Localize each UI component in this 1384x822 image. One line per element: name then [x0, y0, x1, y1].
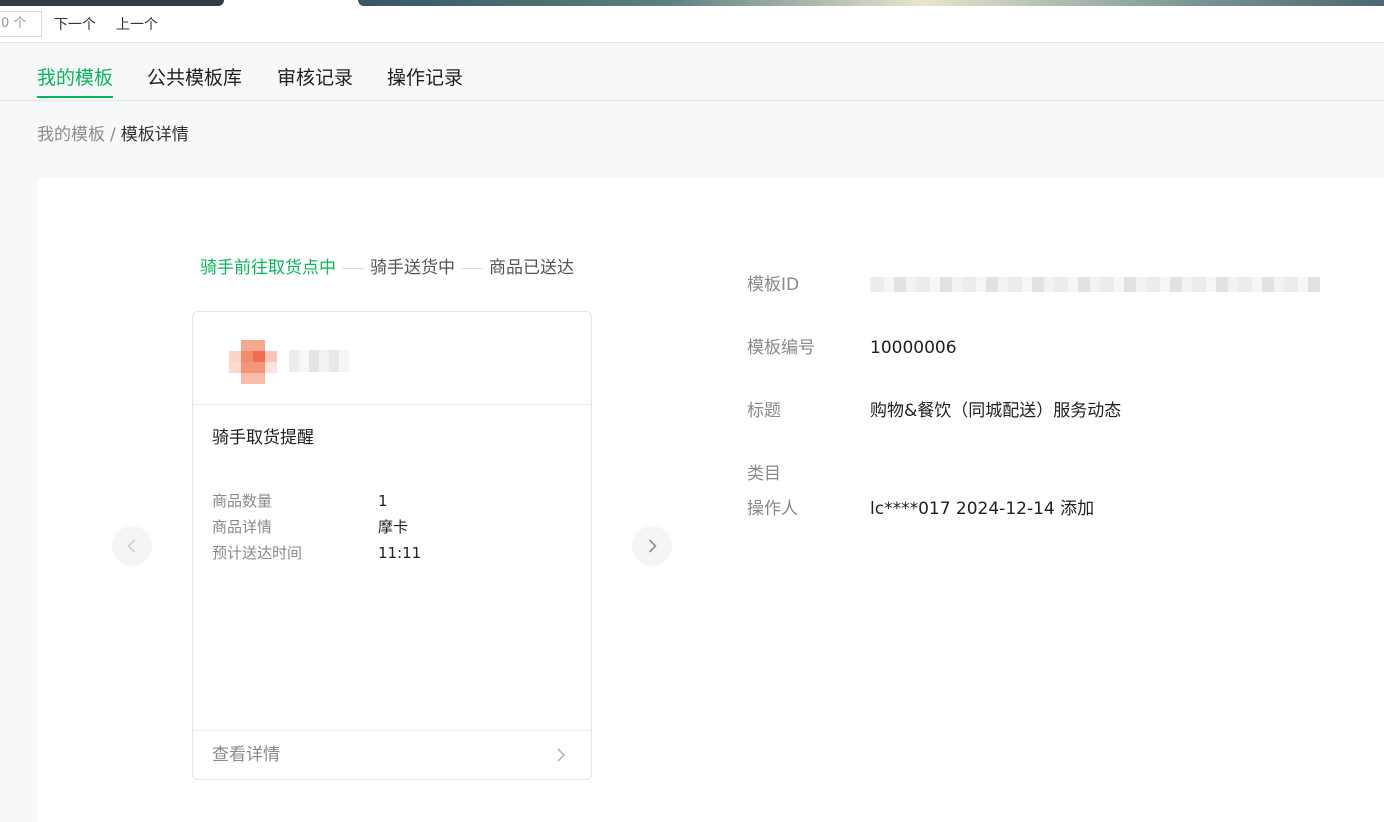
find-bar: 0 个 下一个 上一个	[0, 0, 1384, 43]
card-header	[193, 312, 591, 405]
browser-tab-strip	[0, 0, 224, 6]
breadcrumb-parent[interactable]: 我的模板	[37, 125, 105, 145]
field-key: 商品详情	[212, 518, 273, 536]
info-value: 10000006	[870, 338, 957, 358]
field-value: 11:11	[378, 544, 422, 562]
step-connector	[342, 267, 364, 269]
info-key: 操作人	[747, 499, 798, 519]
info-value: lc****017 2024-12-14 添加	[870, 499, 1095, 519]
chevron-right-icon	[557, 748, 566, 762]
template-id-redacted	[870, 277, 1320, 292]
field-value: 1	[378, 492, 388, 510]
tab-review-records[interactable]: 审核记录	[277, 65, 353, 91]
avatar	[229, 340, 277, 384]
tab-bar: 我的模板 公共模板库 审核记录 操作记录	[0, 43, 1384, 101]
find-next-button[interactable]: 下一个	[54, 16, 96, 34]
step-picking-up[interactable]: 骑手前往取货点中	[200, 256, 336, 280]
chevron-right-icon	[648, 539, 657, 553]
info-key: 标题	[747, 401, 781, 421]
field-value: 摩卡	[378, 518, 409, 536]
tab-my-templates[interactable]: 我的模板	[37, 65, 114, 98]
step-delivering[interactable]: 骑手送货中	[370, 256, 455, 280]
card-title: 骑手取货提醒	[212, 428, 314, 448]
field-key: 预计送达时间	[212, 544, 303, 562]
breadcrumb-separator: /	[110, 125, 116, 145]
info-key: 模板编号	[747, 338, 815, 358]
find-match-count[interactable]: 0 个	[0, 11, 42, 37]
page: 0 个 下一个 上一个 我的模板 公共模板库 审核记录 操作记录 我的模板 / 模板…	[0, 0, 1384, 822]
find-prev-button[interactable]: 上一个	[116, 16, 158, 34]
view-details-link[interactable]: 查看详情	[193, 730, 591, 780]
info-value: 购物&餐饮（同城配送）服务动态	[870, 401, 1122, 421]
status-steps: 骑手前往取货点中 骑手送货中 商品已送达	[200, 256, 574, 280]
info-key: 模板ID	[747, 275, 800, 295]
brand-name-redacted	[289, 350, 349, 372]
template-preview-card: 骑手取货提醒 商品数量 1 商品详情 摩卡 预计送达时间 11:11 查看详情	[192, 311, 592, 780]
info-key: 类目	[747, 464, 781, 484]
tab-operation-records[interactable]: 操作记录	[387, 65, 463, 91]
view-details-label: 查看详情	[212, 745, 280, 765]
prev-preview-button[interactable]	[112, 526, 152, 566]
chevron-left-icon	[127, 539, 136, 553]
breadcrumb: 我的模板 / 模板详情	[37, 123, 189, 147]
next-preview-button[interactable]	[632, 526, 672, 566]
field-key: 商品数量	[212, 492, 273, 510]
step-connector	[461, 267, 483, 269]
tab-public-library[interactable]: 公共模板库	[147, 65, 242, 91]
browser-tab-strip	[358, 0, 1384, 6]
step-delivered[interactable]: 商品已送达	[489, 256, 574, 280]
breadcrumb-current: 模板详情	[120, 125, 189, 145]
